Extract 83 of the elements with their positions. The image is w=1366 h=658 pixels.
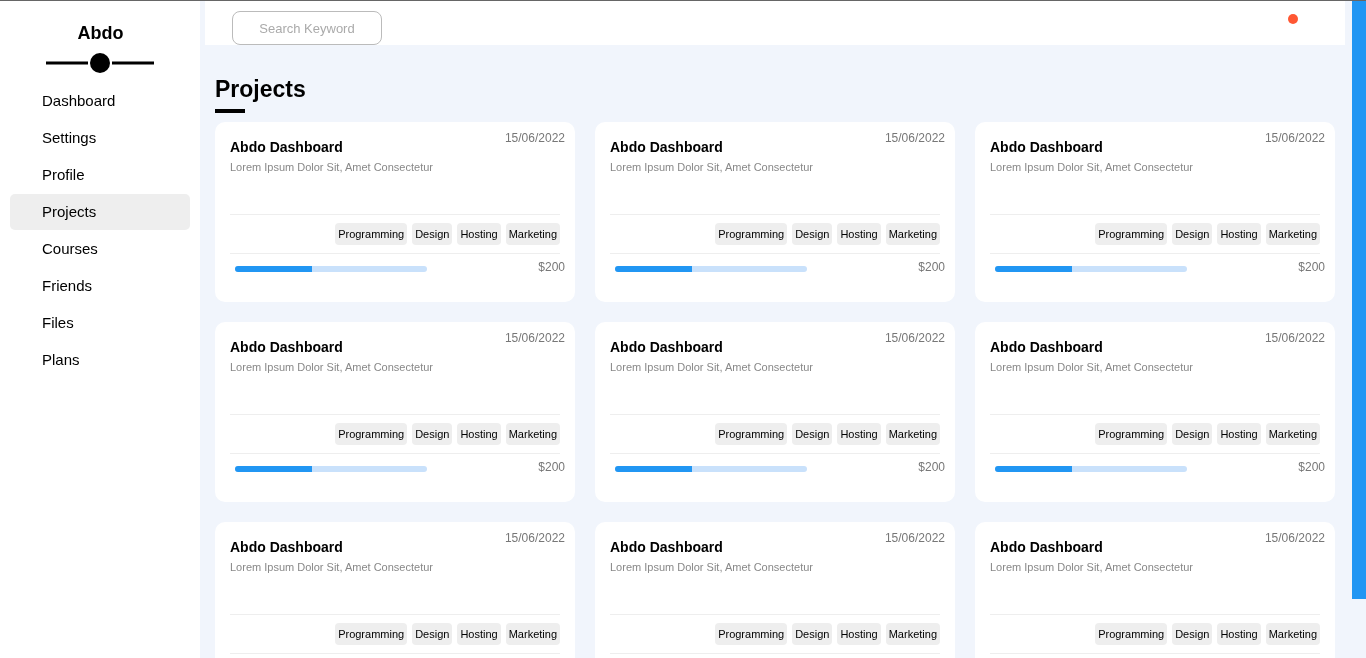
nav-item[interactable]: Profile xyxy=(10,157,190,193)
card-title: Abdo Dashboard xyxy=(990,539,1103,555)
nav-item[interactable]: Files xyxy=(10,305,190,341)
tag: Design xyxy=(1172,623,1213,645)
nav-item[interactable]: Courses xyxy=(10,231,190,267)
card-title: Abdo Dashboard xyxy=(990,139,1103,155)
tag: Hosting xyxy=(837,223,881,245)
tag: Design xyxy=(412,423,453,445)
tag: Marketing xyxy=(885,623,940,645)
price: $200 xyxy=(918,260,945,274)
nav-item[interactable]: Settings xyxy=(10,120,190,156)
nav-item[interactable]: Dashboard xyxy=(10,83,190,119)
card-date: 15/06/2022 xyxy=(1264,131,1325,145)
price: $200 xyxy=(918,460,945,474)
card-title: Abdo Dashboard xyxy=(610,339,723,355)
tag: Marketing xyxy=(505,623,560,645)
tag: Hosting xyxy=(1217,423,1261,445)
tag: Marketing xyxy=(1265,223,1320,245)
nav-item[interactable]: Friends xyxy=(10,268,190,304)
tag: Design xyxy=(792,423,833,445)
card-description: Lorem Ipsum Dolor Sit, Amet Consectetur xyxy=(230,561,434,575)
card-description: Lorem Ipsum Dolor Sit, Amet Consectetur xyxy=(230,361,434,375)
tag: Hosting xyxy=(837,423,881,445)
card-title: Abdo Dashboard xyxy=(610,139,723,155)
nav-item[interactable]: Plans xyxy=(10,342,190,378)
card-title: Abdo Dashboard xyxy=(230,139,343,155)
brand-name: Abdo xyxy=(77,23,124,44)
card-description: Lorem Ipsum Dolor Sit, Amet Consectetur xyxy=(610,561,814,575)
logo-icon xyxy=(46,52,154,74)
tag: Marketing xyxy=(885,423,940,445)
tag: Design xyxy=(792,223,833,245)
tag: Marketing xyxy=(1265,423,1320,445)
card-description: Lorem Ipsum Dolor Sit, Amet Consectetur xyxy=(610,161,814,175)
card-date: 15/06/2022 xyxy=(1264,531,1325,545)
tag: Programming xyxy=(715,423,788,445)
price: $200 xyxy=(1298,460,1325,474)
card-date: 15/06/2022 xyxy=(504,331,565,345)
card-description: Lorem Ipsum Dolor Sit, Amet Consectetur xyxy=(610,361,814,375)
card-title: Abdo Dashboard xyxy=(230,539,343,555)
price: $200 xyxy=(538,460,565,474)
tag: Hosting xyxy=(457,223,501,245)
card-description: Lorem Ipsum Dolor Sit, Amet Consectetur xyxy=(230,161,434,175)
card-date: 15/06/2022 xyxy=(504,131,565,145)
card-description: Lorem Ipsum Dolor Sit, Amet Consectetur xyxy=(990,161,1194,175)
card-date: 15/06/2022 xyxy=(884,331,945,345)
card-date: 15/06/2022 xyxy=(884,131,945,145)
tag: Programming xyxy=(335,623,408,645)
tag: Programming xyxy=(335,223,408,245)
tag: Marketing xyxy=(1265,623,1320,645)
tag: Design xyxy=(792,623,833,645)
tag: Marketing xyxy=(885,223,940,245)
search-field[interactable]: Search Keyword xyxy=(232,11,382,45)
page-title: Projects xyxy=(215,76,306,103)
card-date: 15/06/2022 xyxy=(1264,331,1325,345)
tag: Programming xyxy=(1095,423,1168,445)
card-date: 15/06/2022 xyxy=(884,531,945,545)
card-description: Lorem Ipsum Dolor Sit, Amet Consectetur xyxy=(990,361,1194,375)
tag: Programming xyxy=(1095,623,1168,645)
card-description: Lorem Ipsum Dolor Sit, Amet Consectetur xyxy=(990,561,1194,575)
scrollbar-thumb[interactable] xyxy=(1352,1,1366,599)
card-title: Abdo Dashboard xyxy=(990,339,1103,355)
tag: Programming xyxy=(1095,223,1168,245)
tag: Programming xyxy=(335,423,408,445)
notification-dot xyxy=(1288,14,1298,24)
tag: Design xyxy=(1172,223,1213,245)
tag: Design xyxy=(1172,423,1213,445)
tag: Hosting xyxy=(457,623,501,645)
price: $200 xyxy=(538,260,565,274)
price: $200 xyxy=(1298,260,1325,274)
card-date: 15/06/2022 xyxy=(504,531,565,545)
tag: Hosting xyxy=(457,423,501,445)
tag: Hosting xyxy=(837,623,881,645)
tag: Hosting xyxy=(1217,623,1261,645)
tag: Marketing xyxy=(505,423,560,445)
tag: Design xyxy=(412,223,453,245)
tag: Design xyxy=(412,623,453,645)
tag: Marketing xyxy=(505,223,560,245)
tag: Hosting xyxy=(1217,223,1261,245)
card-title: Abdo Dashboard xyxy=(610,539,723,555)
card-title: Abdo Dashboard xyxy=(230,339,343,355)
nav-item[interactable]: Projects xyxy=(10,194,190,230)
tag: Programming xyxy=(715,623,788,645)
tag: Programming xyxy=(715,223,788,245)
